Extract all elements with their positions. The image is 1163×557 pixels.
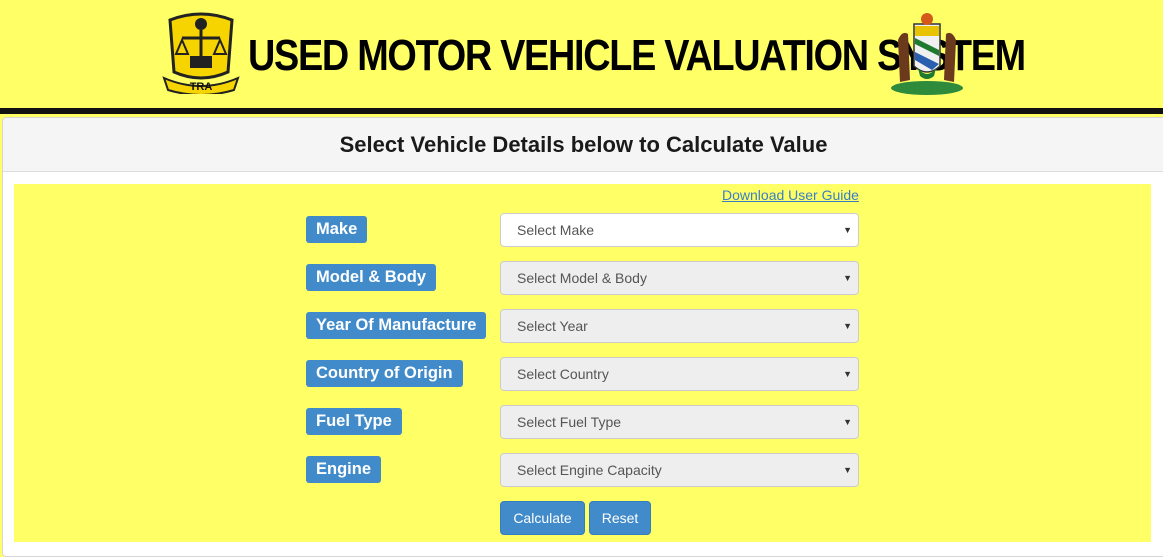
panel-title: Select Vehicle Details below to Calculat… bbox=[339, 132, 828, 157]
panel-heading: Select Vehicle Details below to Calculat… bbox=[3, 118, 1163, 172]
coat-of-arms-logo bbox=[891, 13, 963, 95]
download-user-guide-link[interactable]: Download User Guide bbox=[722, 187, 859, 203]
svg-text:TRA: TRA bbox=[190, 81, 213, 93]
chevron-down-icon: ▼ bbox=[843, 369, 852, 379]
year-select[interactable]: Select Year ▼ bbox=[500, 309, 859, 343]
fuel-type-select-value: Select Fuel Type bbox=[517, 414, 622, 430]
engine-label: Engine bbox=[306, 456, 382, 483]
chevron-down-icon: ▼ bbox=[843, 417, 852, 427]
country-label: Country of Origin bbox=[306, 360, 463, 387]
fuel-type-select[interactable]: Select Fuel Type ▼ bbox=[500, 405, 859, 439]
model-body-label: Model & Body bbox=[306, 264, 436, 291]
chevron-down-icon: ▼ bbox=[843, 465, 852, 475]
country-select[interactable]: Select Country ▼ bbox=[500, 357, 859, 391]
chevron-down-icon: ▼ bbox=[843, 321, 852, 331]
site-title: USED MOTOR VEHICLE VALUATION SYSTEM bbox=[248, 31, 1026, 80]
calculate-button[interactable]: Calculate bbox=[500, 501, 585, 535]
engine-select[interactable]: Select Engine Capacity ▼ bbox=[500, 453, 859, 487]
year-select-value: Select Year bbox=[517, 318, 588, 334]
header-banner: TRA USED MOTOR VEHICLE VALUATION SYSTEM bbox=[0, 0, 1163, 108]
banner-divider bbox=[0, 108, 1163, 114]
engine-select-value: Select Engine Capacity bbox=[517, 462, 662, 478]
year-label: Year Of Manufacture bbox=[306, 312, 487, 339]
model-body-select[interactable]: Select Model & Body ▼ bbox=[500, 261, 859, 295]
tra-logo: TRA bbox=[162, 12, 240, 94]
model-body-select-value: Select Model & Body bbox=[517, 270, 647, 286]
country-select-value: Select Country bbox=[517, 366, 609, 382]
make-label: Make bbox=[306, 216, 368, 243]
chevron-down-icon: ▼ bbox=[843, 273, 852, 283]
reset-button[interactable]: Reset bbox=[589, 501, 651, 535]
fuel-type-label: Fuel Type bbox=[306, 408, 402, 435]
chevron-down-icon: ▼ bbox=[843, 225, 852, 235]
make-select-value: Select Make bbox=[517, 222, 595, 238]
make-select[interactable]: Select Make ▼ bbox=[500, 213, 859, 247]
